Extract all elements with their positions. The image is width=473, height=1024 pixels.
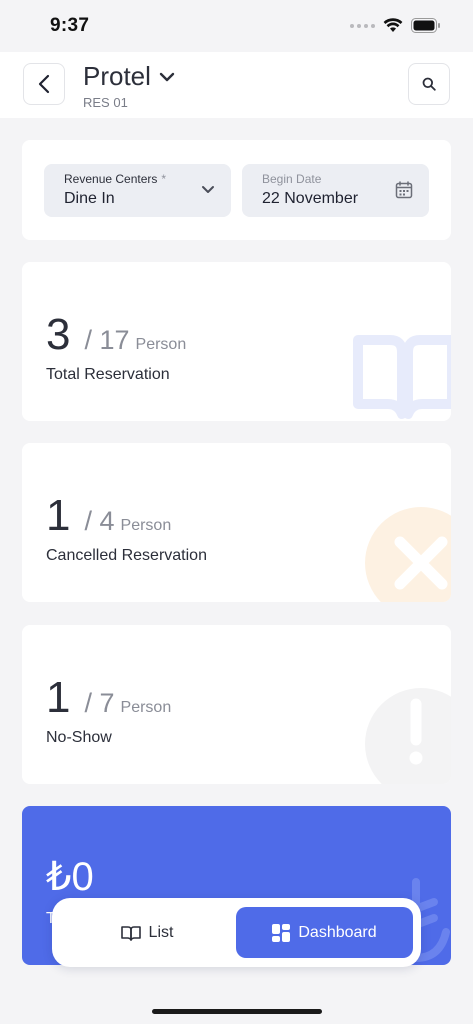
revenue-centers-label: Revenue Centers *	[64, 172, 167, 186]
stat-label: No-Show	[46, 729, 112, 746]
dashboard-icon	[272, 923, 291, 942]
chevron-down-icon	[202, 186, 214, 193]
tab-dashboard[interactable]: Dashboard	[236, 907, 413, 958]
required-mark: *	[161, 172, 167, 186]
begin-date-value: 22 November	[262, 190, 358, 207]
stat-value: 1	[46, 491, 71, 540]
app-header: Protel RES 01	[0, 52, 473, 118]
home-indicator[interactable]	[152, 1009, 322, 1014]
bottom-tab-bar: List Dashboard	[52, 898, 421, 967]
begin-date-label: Begin Date	[262, 172, 322, 186]
begin-date-field[interactable]: Begin Date 22 November	[242, 164, 429, 217]
revenue-amount: ₺0	[46, 855, 94, 899]
stat-values: 3 / 17 Person	[46, 310, 186, 360]
status-icons	[350, 18, 441, 33]
revenue-centers-select[interactable]: Revenue Centers * Dine In	[44, 164, 231, 217]
total-reservation-card[interactable]: 3 / 17 Person Total Reservation	[22, 262, 451, 421]
stat-unit: Person	[120, 517, 172, 534]
status-time: 9:37	[50, 15, 90, 36]
stat-total: / 4	[84, 506, 115, 536]
back-button[interactable]	[23, 63, 65, 105]
no-show-card[interactable]: 1 / 7 Person No-Show	[22, 625, 451, 784]
tab-list[interactable]: List	[62, 907, 232, 958]
tab-dashboard-label: Dashboard	[298, 923, 377, 941]
search-icon	[422, 77, 436, 91]
stat-values: 1 / 4 Person	[46, 491, 171, 541]
stat-label: Cancelled Reservation	[46, 547, 207, 564]
signal-icon	[350, 23, 375, 28]
status-bar: 9:37	[0, 0, 473, 52]
calendar-icon	[395, 181, 413, 199]
stat-total: / 17	[84, 325, 130, 355]
revenue-centers-value: Dine In	[64, 190, 115, 207]
stat-total: / 7	[84, 688, 115, 718]
cancelled-reservation-card[interactable]: 1 / 4 Person Cancelled Reservation	[22, 443, 451, 602]
book-open-icon	[120, 925, 141, 941]
stat-value: 1	[46, 673, 71, 722]
chevron-left-icon	[38, 74, 50, 94]
stat-label: Total Reservation	[46, 366, 170, 383]
stat-unit: Person	[135, 336, 187, 353]
book-icon	[353, 335, 451, 419]
exclamation-icon	[365, 688, 451, 784]
page-title: Protel	[83, 61, 151, 91]
search-button[interactable]	[408, 63, 450, 105]
page-subtitle: RES 01	[83, 95, 128, 110]
wifi-icon	[383, 18, 403, 32]
battery-icon	[411, 18, 440, 33]
cancel-x-icon	[365, 507, 451, 602]
footer-area	[0, 988, 473, 1024]
property-selector[interactable]: Protel	[83, 61, 175, 92]
stat-values: 1 / 7 Person	[46, 673, 171, 723]
filter-card: Revenue Centers * Dine In Begin Date 22 N…	[22, 140, 451, 240]
stat-unit: Person	[120, 699, 172, 716]
chevron-down-icon	[159, 72, 175, 81]
tab-list-label: List	[148, 923, 174, 941]
stat-value: 3	[46, 310, 71, 359]
